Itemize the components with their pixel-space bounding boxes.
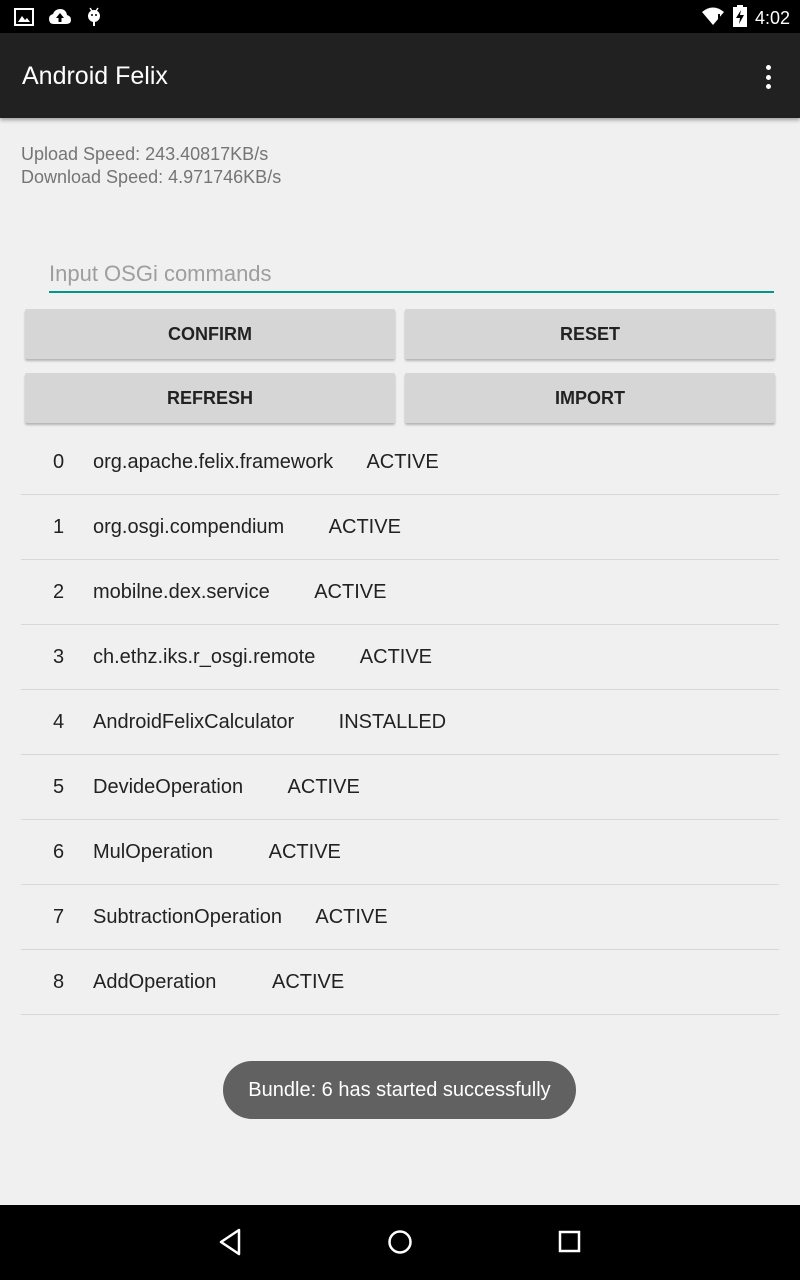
- refresh-button[interactable]: REFRESH: [25, 373, 395, 423]
- bundle-name: ch.ethz.iks.r_osgi.remote ACTIVE: [93, 646, 433, 668]
- bundle-name: org.apache.felix.framework ACTIVE: [93, 451, 439, 473]
- list-item[interactable]: 2 mobilne.dex.service ACTIVE: [21, 560, 779, 625]
- bundle-id: 3: [53, 646, 65, 668]
- list-item[interactable]: 0 org.apache.felix.framework ACTIVE: [21, 430, 779, 495]
- home-icon[interactable]: [385, 1227, 415, 1257]
- confirm-button[interactable]: CONFIRM: [25, 309, 395, 359]
- battery-charging-icon: [732, 5, 747, 32]
- bundle-id: 0: [53, 451, 65, 473]
- status-bar: 4:02: [0, 0, 800, 33]
- wifi-icon: [701, 6, 725, 31]
- list-item[interactable]: 8 AddOperation ACTIVE: [21, 950, 779, 1015]
- bundle-id: 4: [53, 711, 65, 733]
- list-item[interactable]: 6 MulOperation ACTIVE: [21, 820, 779, 885]
- overflow-menu-icon[interactable]: [764, 65, 772, 89]
- cloud-upload-icon: [48, 8, 72, 31]
- bundle-id: 8: [53, 971, 65, 993]
- bundle-name: SubtractionOperation ACTIVE: [93, 906, 388, 928]
- image-icon: [14, 8, 34, 31]
- download-speed: Download Speed: 4.971746KB/s: [21, 167, 282, 187]
- speed-info: Upload Speed: 243.40817KB/s Download Spe…: [21, 143, 281, 189]
- bundle-name: AndroidFelixCalculator INSTALLED: [93, 711, 447, 733]
- navigation-bar: [0, 1205, 800, 1280]
- bundle-name: DevideOperation ACTIVE: [93, 776, 360, 798]
- bundle-state: ACTIVE: [328, 516, 401, 538]
- bundle-state: ACTIVE: [287, 776, 360, 798]
- app-bar: Android Felix: [0, 33, 800, 118]
- osgi-command-input[interactable]: [49, 257, 774, 293]
- clock: 4:02: [754, 8, 790, 28]
- bundle-name: AddOperation ACTIVE: [93, 971, 345, 993]
- bundle-id: 5: [53, 776, 65, 798]
- bundle-id: 1: [53, 516, 65, 538]
- bundle-list: 0 org.apache.felix.framework ACTIVE 1 or…: [21, 430, 779, 1015]
- upload-speed: Upload Speed: 243.40817KB/s: [21, 144, 269, 164]
- bundle-name: org.osgi.compendium ACTIVE: [93, 516, 401, 538]
- bundle-state: ACTIVE: [315, 906, 388, 928]
- list-item[interactable]: 4 AndroidFelixCalculator INSTALLED: [21, 690, 779, 755]
- reset-button[interactable]: RESET: [405, 309, 775, 359]
- bundle-state: ACTIVE: [268, 841, 341, 863]
- back-icon[interactable]: [215, 1227, 245, 1257]
- toast-message: Bundle: 6 has started successfully: [223, 1061, 576, 1119]
- bundle-state: ACTIVE: [272, 971, 345, 993]
- list-item[interactable]: 1 org.osgi.compendium ACTIVE: [21, 495, 779, 560]
- list-item[interactable]: 7 SubtractionOperation ACTIVE: [21, 885, 779, 950]
- bundle-state: ACTIVE: [359, 646, 433, 668]
- bundle-state: ACTIVE: [314, 581, 387, 603]
- import-button[interactable]: IMPORT: [405, 373, 775, 423]
- bundle-name: mobilne.dex.service ACTIVE: [93, 581, 387, 603]
- bundle-id: 2: [53, 581, 65, 603]
- list-item[interactable]: 5 DevideOperation ACTIVE: [21, 755, 779, 820]
- bundle-id: 6: [53, 841, 65, 863]
- bundle-name: MulOperation ACTIVE: [93, 841, 341, 863]
- bundle-state: ACTIVE: [366, 451, 439, 473]
- bundle-state: INSTALLED: [338, 711, 447, 733]
- android-debug-icon: [86, 7, 102, 32]
- bundle-id: 7: [53, 906, 65, 928]
- list-item[interactable]: 3 ch.ethz.iks.r_osgi.remote ACTIVE: [21, 625, 779, 690]
- recents-icon[interactable]: [555, 1227, 585, 1257]
- app-title: Android Felix: [22, 62, 168, 90]
